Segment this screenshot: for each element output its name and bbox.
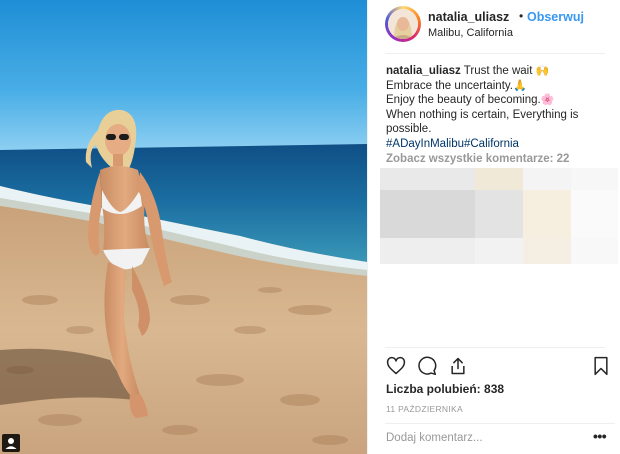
follow-button[interactable]: Obserwuj — [527, 10, 584, 24]
praying-hands-emoji: 🙏 — [513, 79, 527, 92]
post-side-panel: natalia_uliasz • Obserwuj Malibu, Califo… — [367, 0, 620, 454]
divider — [385, 347, 605, 348]
separator-dot: • — [519, 9, 524, 23]
caption-line-5: possible. — [386, 123, 432, 136]
avatar[interactable] — [385, 6, 421, 42]
post-location[interactable]: Malibu, California — [428, 27, 513, 39]
likes-label: Liczba polubień: — [386, 382, 481, 396]
avatar-image — [388, 9, 418, 39]
comment-input[interactable]: Dodaj komentarz... — [386, 432, 576, 444]
blossom-emoji: 🌸 — [540, 94, 555, 107]
post-username[interactable]: natalia_uliasz — [428, 10, 509, 24]
caption-line-2: Embrace the uncertainty. — [386, 79, 513, 92]
caption-line-3: Enjoy the beauty of becoming. — [386, 94, 541, 107]
heart-icon[interactable] — [386, 356, 406, 376]
user-tag-icon[interactable] — [2, 434, 20, 452]
view-all-comments-link[interactable]: Zobacz wszystkie komentarze: 22 — [386, 153, 569, 165]
post-photo[interactable] — [0, 0, 367, 454]
beach-photo-illustration — [0, 0, 367, 454]
post-actions — [386, 356, 616, 378]
likes-number: 838 — [484, 382, 505, 396]
more-options-icon[interactable]: ••• — [593, 428, 607, 444]
post-header: natalia_uliasz • Obserwuj Malibu, Califo… — [385, 6, 615, 46]
post-caption: natalia_uliasz Trust the wait 🙌 Embrace … — [386, 64, 598, 152]
likes-count[interactable]: Liczba polubień: 838 — [386, 382, 504, 396]
caption-hashtags[interactable]: #ADayInMalibu#California — [386, 137, 598, 152]
caption-line-1: Trust the wait — [463, 65, 533, 77]
caption-username[interactable]: natalia_uliasz — [386, 65, 461, 77]
blurred-comments — [380, 168, 618, 268]
share-icon[interactable] — [448, 356, 468, 376]
raised-hands-emoji: 🙌 — [535, 65, 550, 77]
caption-line-4: When nothing is certain, Everything is — [386, 108, 579, 121]
comment-icon[interactable] — [417, 356, 437, 376]
divider — [385, 53, 605, 54]
divider — [385, 423, 615, 424]
bookmark-icon[interactable] — [592, 356, 610, 376]
post-date: 11 PAŹDZIERNIKA — [386, 404, 463, 414]
